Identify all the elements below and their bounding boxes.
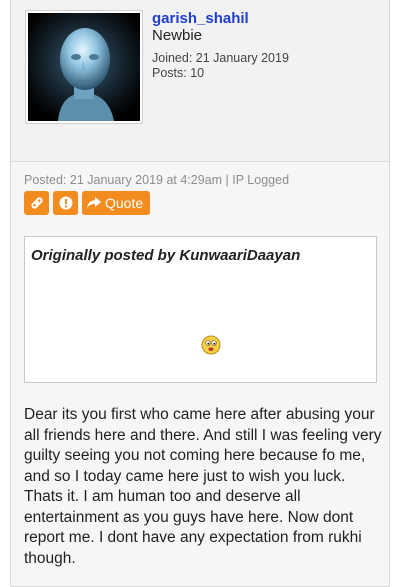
post-actions: Quote: [24, 191, 151, 215]
author-rank: Newbie: [152, 27, 203, 44]
avatar-image: [28, 13, 140, 121]
author-post-count: Posts: 10: [152, 66, 205, 80]
quote-header: Originally posted by KunwaariDaayan: [31, 247, 301, 264]
author-panel: garish_shahil Newbie Joined: 21 January …: [11, 0, 389, 162]
exclamation-icon: [59, 196, 72, 210]
report-button[interactable]: [53, 191, 78, 215]
author-joined: Joined: 21 January 2019: [152, 51, 289, 65]
worried-face-emoji: [201, 335, 221, 355]
share-arrow-icon: [87, 197, 101, 208]
avatar[interactable]: [25, 10, 143, 124]
post-message: Dear its you first who came here after a…: [24, 406, 382, 567]
link-icon: [30, 197, 43, 209]
post-meta: Posted: 21 January 2019 at 4:29am | IP L…: [24, 173, 290, 187]
author-stats: Joined: 21 January 2019 Posts: 10: [152, 51, 289, 81]
forum-post: garish_shahil Newbie Joined: 21 January …: [10, 0, 390, 587]
quote-button-label: Quote: [105, 195, 144, 211]
author-username[interactable]: garish_shahil: [152, 10, 249, 27]
quote-button[interactable]: Quote: [82, 191, 151, 215]
permalink-button[interactable]: [24, 191, 49, 215]
quoted-post: Originally posted by KunwaariDaayan: [24, 236, 377, 383]
